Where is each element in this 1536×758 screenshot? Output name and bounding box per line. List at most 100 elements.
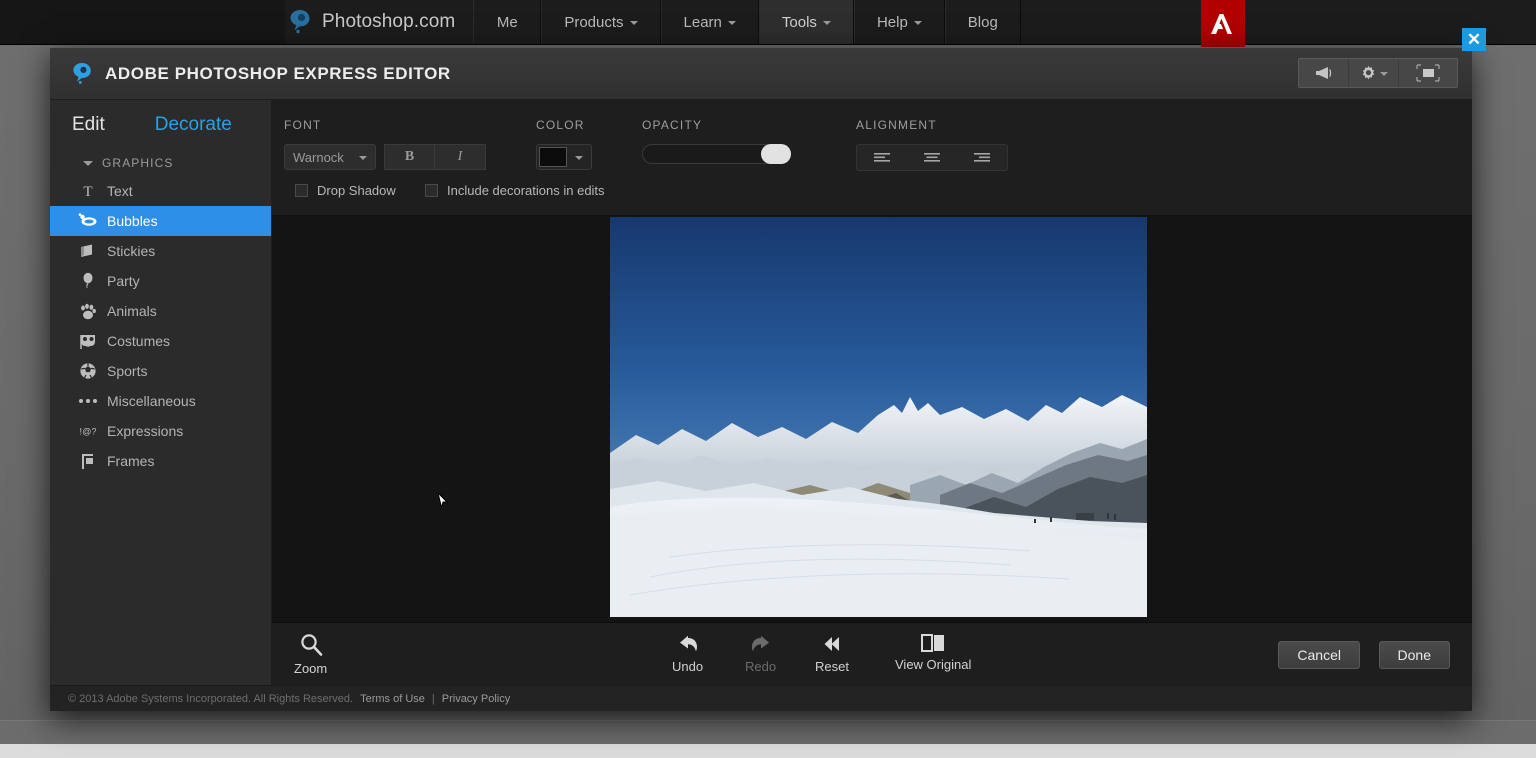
font-family-select[interactable]: Warnock <box>284 144 376 170</box>
sticky-note-icon <box>78 241 98 261</box>
text-t-icon: T <box>78 181 98 201</box>
redo-arrow-icon <box>748 632 774 656</box>
sidebar-item-expressions[interactable]: !@? Expressions <box>50 416 271 446</box>
nav-item-label: Blog <box>968 14 998 31</box>
chevron-down-icon <box>914 21 922 25</box>
sidebar-item-stickies[interactable]: Stickies <box>50 236 271 266</box>
sidebar-item-sports[interactable]: Sports <box>50 356 271 386</box>
tab-edit[interactable]: Edit <box>72 114 105 136</box>
photo-canvas[interactable] <box>610 217 1147 617</box>
alignment-button-group <box>856 144 1008 171</box>
sidebar-item-miscellaneous[interactable]: Miscellaneous <box>50 386 271 416</box>
checkbox-box[interactable] <box>295 184 308 197</box>
bold-button[interactable]: B <box>384 144 435 170</box>
undo-arrow-icon <box>675 632 701 656</box>
canvas-area[interactable] <box>272 216 1472 622</box>
drop-shadow-checkbox[interactable]: Drop Shadow <box>295 183 396 198</box>
view-original-button[interactable]: View Original <box>895 632 971 672</box>
options-bar: FONT Warnock B I COLOR <box>272 100 1472 216</box>
redo-label: Redo <box>745 659 776 674</box>
editor-titlebar-toolbar <box>1298 58 1458 88</box>
svg-text:T: T <box>83 184 92 199</box>
sidebar-item-bubbles[interactable]: Bubbles <box>50 206 271 236</box>
speech-bubble-icon <box>78 211 98 231</box>
chevron-down-icon <box>1380 72 1388 76</box>
mouse-cursor <box>437 492 449 510</box>
nav-item-tools[interactable]: Tools <box>759 0 854 44</box>
undo-label: Undo <box>672 659 703 674</box>
align-center-button[interactable] <box>907 145 957 170</box>
workarea: FONT Warnock B I COLOR <box>272 100 1472 685</box>
settings-gear-button[interactable] <box>1349 59 1399 87</box>
opacity-options-group: OPACITY <box>642 118 790 164</box>
reset-button[interactable]: Reset <box>815 632 849 674</box>
nav-item-label: Tools <box>782 14 817 31</box>
zoom-label: Zoom <box>294 661 327 676</box>
sidebar-item-text[interactable]: T Text <box>50 176 271 206</box>
sidebar-section-label: GRAPHICS <box>102 156 173 170</box>
view-original-label: View Original <box>895 657 971 672</box>
align-left-button[interactable] <box>857 145 907 170</box>
done-button[interactable]: Done <box>1379 641 1450 669</box>
sidebar-item-label: Text <box>107 183 133 199</box>
chevron-down-icon <box>83 161 93 166</box>
redo-button[interactable]: Redo <box>745 632 776 674</box>
undo-button[interactable]: Undo <box>672 632 703 674</box>
sidebar-item-label: Expressions <box>107 423 183 439</box>
align-left-icon <box>872 152 892 164</box>
editor-title-group: ADOBE PHOTOSHOP EXPRESS EDITOR <box>72 62 451 86</box>
nav-item-learn[interactable]: Learn <box>661 0 759 44</box>
nav-item-products[interactable]: Products <box>541 0 660 44</box>
split-view-icon <box>919 632 947 654</box>
chevron-down-icon <box>823 21 831 25</box>
adobe-logo[interactable] <box>1201 0 1245 47</box>
fullscreen-expand-button[interactable] <box>1399 59 1457 87</box>
tab-decorate[interactable]: Decorate <box>155 114 232 136</box>
font-options-group: FONT Warnock B I <box>284 118 486 170</box>
sidebar-item-party[interactable]: Party <box>50 266 271 296</box>
color-options-group: COLOR <box>536 118 592 170</box>
nav-item-label: Learn <box>684 14 722 31</box>
alignment-options-group: ALIGNMENT <box>856 118 1008 171</box>
editor-footer: © 2013 Adobe Systems Incorporated. All R… <box>50 685 1472 711</box>
photoshop-balloon-logo-icon <box>289 9 313 35</box>
terms-of-use-link[interactable]: Terms of Use <box>360 693 425 705</box>
settings-gear-icon <box>1360 65 1377 82</box>
feedback-megaphone-button[interactable] <box>1299 59 1349 87</box>
sidebar-item-animals[interactable]: Animals <box>50 296 271 326</box>
nav-item-help[interactable]: Help <box>854 0 945 44</box>
cancel-button[interactable]: Cancel <box>1278 641 1360 669</box>
include-decorations-checkbox[interactable]: Include decorations in edits <box>425 183 605 198</box>
zoom-button[interactable]: Zoom <box>294 632 327 676</box>
color-swatch[interactable] <box>539 147 567 167</box>
opacity-slider[interactable] <box>642 144 790 164</box>
sidebar-item-label: Frames <box>107 453 154 469</box>
checkbox-label: Include decorations in edits <box>447 183 605 198</box>
punctuation-icon: !@? <box>78 421 98 441</box>
sidebar-item-label: Costumes <box>107 333 170 349</box>
editor-title-label: ADOBE PHOTOSHOP EXPRESS EDITOR <box>105 64 451 84</box>
site-brand[interactable]: Photoshop.com <box>285 0 473 44</box>
reset-label: Reset <box>815 659 849 674</box>
nav-item-me[interactable]: Me <box>473 0 541 44</box>
color-picker[interactable] <box>536 144 592 170</box>
close-editor-button[interactable]: ✕ <box>1462 28 1486 51</box>
sidebar-item-frames[interactable]: Frames <box>50 446 271 476</box>
chevron-down-icon <box>728 21 736 25</box>
color-dropdown-button[interactable] <box>569 154 589 160</box>
font-label: FONT <box>284 118 486 132</box>
align-right-button[interactable] <box>957 145 1007 170</box>
chevron-down-icon <box>359 156 367 160</box>
nav-item-blog[interactable]: Blog <box>945 0 1021 44</box>
checkbox-box[interactable] <box>425 184 438 197</box>
opacity-slider-handle[interactable] <box>761 144 791 164</box>
privacy-policy-link[interactable]: Privacy Policy <box>442 693 510 705</box>
photoshop-express-editor-window: ADOBE PHOTOSHOP EXPRESS EDITOR <box>50 48 1472 711</box>
balloon-icon <box>78 271 98 291</box>
sidebar-item-costumes[interactable]: Costumes <box>50 326 271 356</box>
ellipsis-icon <box>78 391 98 411</box>
italic-button[interactable]: I <box>435 144 486 170</box>
sidebar-item-label: Party <box>107 273 140 289</box>
sidebar-section-graphics[interactable]: GRAPHICS <box>50 150 271 176</box>
site-nav-items: Me Products Learn Tools Help Blog <box>473 0 1021 44</box>
